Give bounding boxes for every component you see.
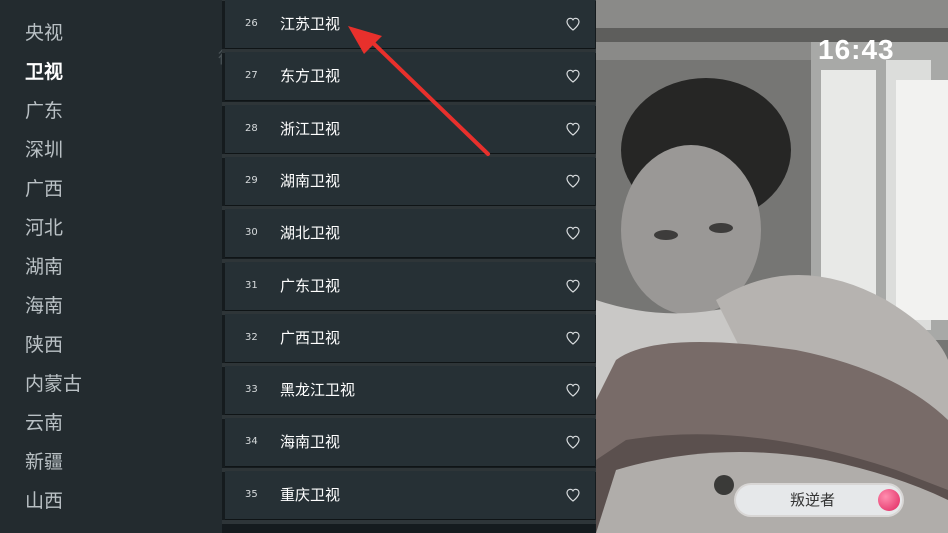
channel-row[interactable]: 29 湖南卫视 — [225, 157, 595, 206]
video-frame-image — [596, 0, 948, 533]
channel-row[interactable]: 34 海南卫视 — [225, 418, 595, 467]
favorite-heart-icon[interactable] — [565, 16, 581, 32]
channel-row[interactable]: 28 浙江卫视 — [225, 105, 595, 154]
category-item[interactable]: 内蒙古 — [25, 365, 82, 404]
category-item[interactable]: 河北 — [25, 209, 63, 248]
channel-name: 重庆卫视 — [280, 486, 341, 504]
channel-number: 27 — [245, 70, 258, 81]
channel-number: 32 — [245, 332, 258, 343]
favorite-heart-icon[interactable] — [565, 434, 581, 450]
channel-number: 33 — [245, 384, 258, 395]
video-preview[interactable] — [596, 0, 948, 533]
channel-name: 广东卫视 — [280, 277, 341, 295]
now-playing-title: 叛逆者 — [790, 491, 836, 509]
channel-row[interactable]: 31 广东卫视 — [225, 262, 595, 311]
channel-number: 31 — [245, 280, 258, 291]
favorite-heart-icon[interactable] — [565, 121, 581, 137]
category-item[interactable]: 卫视 — [25, 53, 63, 92]
favorite-heart-icon[interactable] — [565, 330, 581, 346]
favorite-heart-icon[interactable] — [565, 173, 581, 189]
category-item[interactable]: 广东 — [25, 92, 63, 131]
channel-name: 江苏卫视 — [280, 15, 341, 33]
favorite-heart-icon[interactable] — [565, 278, 581, 294]
clock: 16:43 — [818, 34, 895, 65]
channel-number: 28 — [245, 123, 258, 134]
category-item[interactable]: 云南 — [25, 404, 63, 443]
channel-list: 26 江苏卫视 27 东方卫视 28 浙江卫视 29 湖南卫视 30 湖北卫视 31 广东卫视 32 广西… — [222, 0, 596, 533]
channel-row[interactable]: 35 重庆卫视 — [225, 471, 595, 520]
category-item[interactable]: 深圳 — [25, 131, 63, 170]
category-item[interactable]: 广西 — [25, 170, 63, 209]
category-item[interactable]: 央视 — [25, 14, 63, 53]
channel-name: 广西卫视 — [280, 329, 341, 347]
channel-row[interactable]: 30 湖北卫视 — [225, 209, 595, 258]
category-sidebar: 央视 卫视 广东 深圳 广西 河北 湖南 海南 陕西 内蒙古 云南 新疆 山西 — [0, 0, 222, 533]
channel-name: 东方卫视 — [280, 67, 341, 85]
category-item[interactable]: 山西 — [25, 482, 63, 521]
channel-row[interactable]: 32 广西卫视 — [225, 314, 595, 363]
channel-number: 29 — [245, 175, 258, 186]
category-item[interactable]: 湖南 — [25, 248, 63, 287]
now-playing-badge[interactable]: 叛逆者 — [736, 485, 902, 515]
favorite-heart-icon[interactable] — [565, 382, 581, 398]
channel-row[interactable]: 26 江苏卫视 — [225, 0, 595, 49]
channel-number: 34 — [245, 436, 258, 447]
favorite-heart-icon[interactable] — [565, 487, 581, 503]
channel-name: 湖南卫视 — [280, 172, 341, 190]
channel-name: 浙江卫视 — [280, 120, 341, 138]
category-item[interactable]: 陕西 — [25, 326, 63, 365]
channel-name: 海南卫视 — [280, 433, 341, 451]
category-item[interactable]: 海南 — [25, 287, 63, 326]
favorite-heart-icon[interactable] — [565, 68, 581, 84]
row-divider — [222, 520, 596, 524]
channel-row[interactable]: 33 黑龙江卫视 — [225, 366, 595, 415]
channel-name: 黑龙江卫视 — [280, 381, 356, 399]
favorite-heart-icon[interactable] — [565, 225, 581, 241]
channel-number: 35 — [245, 489, 258, 500]
channel-name: 湖北卫视 — [280, 224, 341, 242]
record-dot-icon — [878, 489, 900, 511]
channel-number: 30 — [245, 227, 258, 238]
category-item[interactable]: 新疆 — [25, 443, 63, 482]
channel-row[interactable]: 27 东方卫视 — [225, 52, 595, 101]
channel-number: 26 — [245, 18, 258, 29]
